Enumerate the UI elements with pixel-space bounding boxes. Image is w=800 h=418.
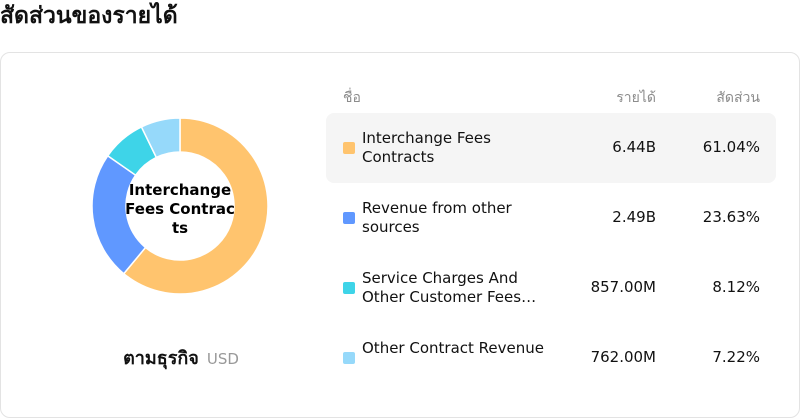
revenue-breakdown-card: Interchange Fees Contracts ตามธุรกิจ USD… bbox=[0, 52, 800, 418]
table-header: ชื่อ รายได้ สัดส่วน bbox=[326, 81, 776, 111]
row-name: Interchange Fees Contracts bbox=[362, 129, 491, 166]
row-name: Revenue from other sources bbox=[362, 199, 512, 236]
page-title: สัดส่วนของรายได้ bbox=[0, 3, 178, 29]
breakdown-label: ตามธุรกิจ bbox=[123, 348, 199, 369]
breakdown-selector[interactable]: ตามธุรกิจ USD bbox=[96, 343, 266, 372]
legend-swatch bbox=[343, 352, 355, 364]
currency-label: USD bbox=[206, 350, 239, 368]
header-share: สัดส่วน bbox=[716, 90, 760, 106]
row-share: 8.12% bbox=[712, 278, 760, 296]
row-share: 23.63% bbox=[702, 208, 760, 226]
donut-center-label: Interchange Fees Contracts bbox=[125, 181, 235, 237]
legend-swatch bbox=[343, 142, 355, 154]
row-revenue: 2.49B bbox=[612, 208, 656, 226]
row-name: Service Charges And Other Customer Fees… bbox=[362, 269, 537, 306]
table-row[interactable]: Interchange Fees Contracts 6.44B 61.04% bbox=[326, 113, 776, 183]
legend-swatch bbox=[343, 212, 355, 224]
table-row[interactable]: Other Contract Revenue 762.00M 7.22% bbox=[326, 323, 776, 393]
header-revenue: รายได้ bbox=[616, 90, 656, 106]
donut-chart: Interchange Fees Contracts bbox=[85, 111, 275, 301]
row-share: 7.22% bbox=[712, 348, 760, 366]
table-row[interactable]: Service Charges And Other Customer Fees…… bbox=[326, 253, 776, 323]
row-revenue: 6.44B bbox=[612, 138, 656, 156]
revenue-table: ชื่อ รายได้ สัดส่วน Interchange Fees Con… bbox=[326, 81, 776, 393]
row-share: 61.04% bbox=[702, 138, 760, 156]
legend-swatch bbox=[343, 282, 355, 294]
table-row[interactable]: Revenue from other sources 2.49B 23.63% bbox=[326, 183, 776, 253]
row-revenue: 762.00M bbox=[590, 348, 656, 366]
header-name: ชื่อ bbox=[343, 90, 361, 106]
row-name: Other Contract Revenue bbox=[362, 339, 544, 357]
row-revenue: 857.00M bbox=[590, 278, 656, 296]
